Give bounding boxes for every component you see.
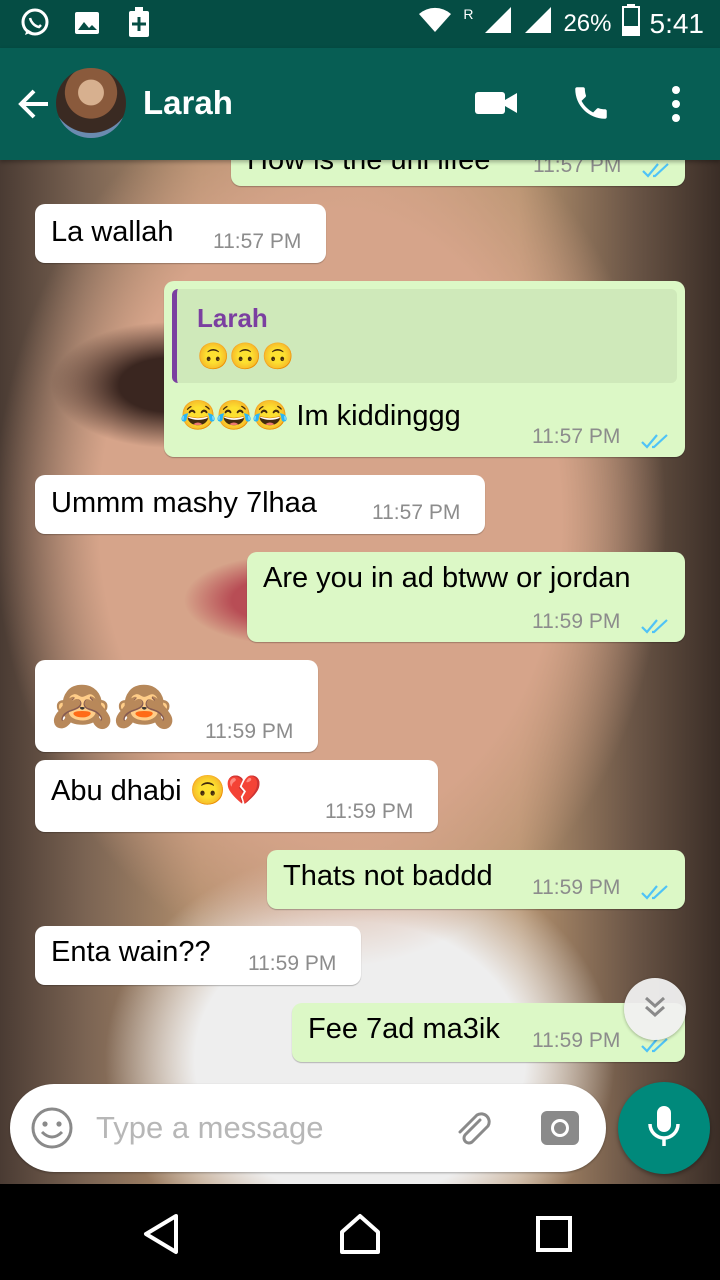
read-ticks-icon <box>640 612 670 634</box>
message-time: 11:57 PM <box>532 425 621 448</box>
battery-percent: 26% <box>563 9 612 37</box>
message-bubble-outgoing[interactable]: Thats not baddd 11:59 PM <box>267 850 685 909</box>
message-bubble-outgoing[interactable]: Larah 🙃🙃🙃 😂😂😂 Im kiddinggg 11:57 PM <box>164 281 685 457</box>
mic-button[interactable] <box>618 1082 710 1174</box>
more-vert-icon[interactable] <box>664 84 688 124</box>
message-input[interactable]: Type a message <box>96 1110 323 1146</box>
read-ticks-icon <box>640 878 670 900</box>
roaming-indicator: R <box>463 5 474 22</box>
message-time: 11:57 PM <box>213 230 302 253</box>
message-text: Thats not baddd <box>283 860 493 892</box>
message-time: 11:59 PM <box>532 876 621 899</box>
video-call-icon[interactable] <box>474 86 518 120</box>
message-text: La wallah <box>51 216 174 248</box>
read-ticks-icon <box>640 427 670 449</box>
message-text: Fee 7ad ma3ik <box>308 1013 500 1045</box>
signal-icon <box>483 5 513 42</box>
double-chevron-down-icon <box>641 993 669 1026</box>
chat-header: Larah <box>0 48 720 160</box>
plus-icon <box>122 6 156 40</box>
chat-area[interactable]: How is the uni lifee 11:57 PM La wallah … <box>0 160 720 1184</box>
signal-icon-2 <box>523 5 553 42</box>
voice-call-icon[interactable] <box>570 82 612 124</box>
message-time: 11:57 PM <box>372 501 461 524</box>
clock: 5:41 <box>649 7 705 39</box>
quoted-text: 🙃🙃🙃 <box>197 341 295 371</box>
status-bar: R 26% 5:41 <box>0 0 720 48</box>
read-ticks-icon <box>641 160 671 178</box>
system-nav-bar <box>0 1184 720 1280</box>
message-text: 🙈🙈 <box>51 678 176 734</box>
message-text: Are you in ad btww or jordan <box>263 562 631 594</box>
gallery-icon <box>70 6 104 40</box>
message-text: Enta wain?? <box>51 936 211 968</box>
message-text: How is the uni lifee <box>247 160 491 176</box>
message-time: 11:59 PM <box>205 720 294 743</box>
message-time: 11:57 PM <box>533 160 622 177</box>
message-time: 11:59 PM <box>532 1029 621 1052</box>
message-time: 11:59 PM <box>532 610 621 633</box>
nav-recents-icon[interactable] <box>532 1212 576 1256</box>
emoji-icon[interactable] <box>30 1106 74 1150</box>
contact-name[interactable]: Larah <box>143 84 233 122</box>
nav-back-icon[interactable] <box>140 1212 184 1256</box>
message-text: Ummm mashy 7lhaa <box>51 487 317 519</box>
message-bubble-incoming[interactable]: Enta wain?? 11:59 PM <box>35 926 361 985</box>
message-text: 😂😂😂 Im kiddinggg <box>180 400 461 432</box>
mic-icon <box>646 1104 682 1153</box>
message-bubble-outgoing[interactable]: How is the uni lifee 11:57 PM <box>231 160 685 186</box>
battery-icon <box>621 4 640 43</box>
back-arrow-icon[interactable] <box>14 84 54 124</box>
message-time: 11:59 PM <box>248 952 337 975</box>
message-bubble-incoming[interactable]: 🙈🙈 11:59 PM <box>35 660 318 752</box>
avatar[interactable] <box>56 68 126 138</box>
message-bubble-incoming[interactable]: Abu dhabi 🙃💔 11:59 PM <box>35 760 438 832</box>
nav-home-icon[interactable] <box>338 1212 382 1256</box>
message-text: Abu dhabi 🙃💔 <box>51 775 262 807</box>
message-bubble-incoming[interactable]: Ummm mashy 7lhaa 11:57 PM <box>35 475 485 534</box>
camera-icon[interactable] <box>538 1106 582 1150</box>
quoted-sender: Larah <box>197 303 268 333</box>
whatsapp-icon <box>18 6 52 40</box>
attachment-icon[interactable] <box>450 1106 494 1150</box>
message-bubble-outgoing[interactable]: Are you in ad btww or jordan 11:59 PM <box>247 552 685 642</box>
message-composer: Type a message <box>10 1084 606 1172</box>
wifi-icon <box>417 6 453 41</box>
message-bubble-incoming[interactable]: La wallah 11:57 PM <box>35 204 326 263</box>
message-time: 11:59 PM <box>325 800 414 823</box>
quoted-message[interactable]: Larah 🙃🙃🙃 <box>172 289 677 383</box>
scroll-to-bottom-button[interactable] <box>624 978 686 1040</box>
